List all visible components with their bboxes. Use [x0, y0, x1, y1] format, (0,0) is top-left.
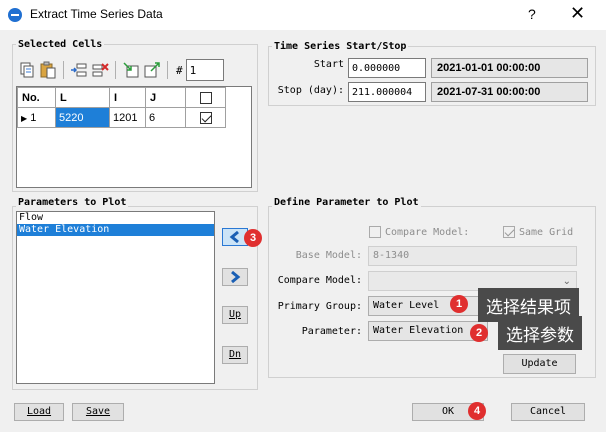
chevron-right-icon	[231, 271, 241, 283]
col-header-no[interactable]: No.	[17, 87, 56, 108]
start-datetime: 2021-01-01 00:00:00	[431, 58, 588, 78]
chevron-down-icon: ⌄	[562, 276, 571, 287]
save-button[interactable]: Save	[72, 403, 124, 421]
compare-model-check-label: Compare Model:	[385, 227, 470, 238]
compare-model-label: Compare Model:	[277, 275, 362, 286]
parameters-label: Parameters to Plot	[16, 197, 129, 208]
count-label: #	[176, 63, 183, 77]
insert-row-icon[interactable]	[70, 61, 88, 79]
parameters-list[interactable]: Flow Water Elevation	[16, 211, 215, 384]
annotation-badge-3: 3	[244, 229, 262, 247]
help-button[interactable]: ?	[528, 6, 536, 22]
cell-i[interactable]: 1201	[109, 107, 146, 128]
base-model-label: Base Model:	[295, 250, 362, 261]
cell-count-input[interactable]	[185, 59, 224, 81]
update-button[interactable]: Update	[503, 354, 576, 374]
compare-model-checkbox[interactable]	[369, 226, 381, 238]
toolbar-separator	[115, 61, 116, 79]
cell-j[interactable]: 6	[145, 107, 186, 128]
col-header-l[interactable]: L	[55, 87, 110, 108]
cells-grid[interactable]: No. L I J ▶ 1 5220 1201 6	[16, 86, 252, 188]
selected-cells-label: Selected Cells	[16, 39, 105, 50]
annotation-badge-1: 1	[450, 295, 468, 313]
primary-group-label: Primary Group:	[277, 301, 362, 312]
stop-input[interactable]	[348, 82, 426, 102]
row-pointer-icon: ▶	[21, 113, 28, 123]
close-button[interactable]: ✕	[570, 3, 585, 24]
cancel-button[interactable]: Cancel	[511, 403, 585, 421]
annotation-badge-4: 4	[468, 402, 486, 420]
export-icon[interactable]	[143, 61, 161, 79]
same-grid-checkbox[interactable]	[503, 226, 515, 238]
move-up-button[interactable]: Up	[222, 306, 248, 324]
primary-group-select[interactable]: Water Level	[368, 296, 488, 316]
cell-l[interactable]: 5220	[55, 107, 110, 128]
table-row[interactable]: ▶ 1 5220 1201 6	[17, 107, 226, 128]
annotation-tooltip-2: 选择参数	[498, 316, 582, 350]
select-all-checkbox[interactable]	[199, 91, 212, 104]
define-parameter-label: Define Parameter to Plot	[272, 197, 421, 208]
row-checkbox[interactable]	[199, 111, 212, 124]
time-series-label: Time Series Start/Stop	[272, 41, 409, 52]
grid-header-row: No. L I J	[17, 87, 226, 108]
base-model-field: 8-1340	[368, 246, 577, 266]
toolbar-separator	[63, 61, 64, 79]
same-grid-label: Same Grid	[519, 227, 574, 238]
chevron-left-icon	[229, 231, 239, 243]
add-parameter-button[interactable]	[222, 268, 248, 286]
col-header-i[interactable]: I	[109, 87, 146, 108]
window-title: Extract Time Series Data	[30, 7, 163, 21]
row-number-cell[interactable]: ▶ 1	[17, 107, 56, 128]
title-bar: Extract Time Series Data ? ✕	[0, 0, 606, 30]
move-down-button[interactable]: Dn	[222, 346, 248, 364]
parameter-label: Parameter:	[301, 326, 362, 337]
start-label: Start	[313, 59, 344, 70]
toolbar-separator	[167, 61, 168, 79]
list-item[interactable]: Flow	[17, 212, 214, 224]
app-icon	[8, 8, 22, 22]
paste-icon[interactable]	[39, 61, 57, 79]
col-header-j[interactable]: J	[145, 87, 186, 108]
cells-toolbar: #	[18, 58, 224, 82]
row-checkbox-cell[interactable]	[185, 107, 226, 128]
annotation-badge-2: 2	[470, 324, 488, 342]
stop-label: Stop (day):	[277, 85, 344, 96]
copy-icon[interactable]	[18, 61, 36, 79]
stop-datetime: 2021-07-31 00:00:00	[431, 82, 588, 102]
delete-row-icon[interactable]	[91, 61, 109, 79]
start-input[interactable]	[348, 58, 426, 78]
load-button[interactable]: Load	[14, 403, 64, 421]
list-item[interactable]: Water Elevation	[17, 224, 214, 236]
col-header-check[interactable]	[185, 87, 226, 108]
import-icon[interactable]	[122, 61, 140, 79]
